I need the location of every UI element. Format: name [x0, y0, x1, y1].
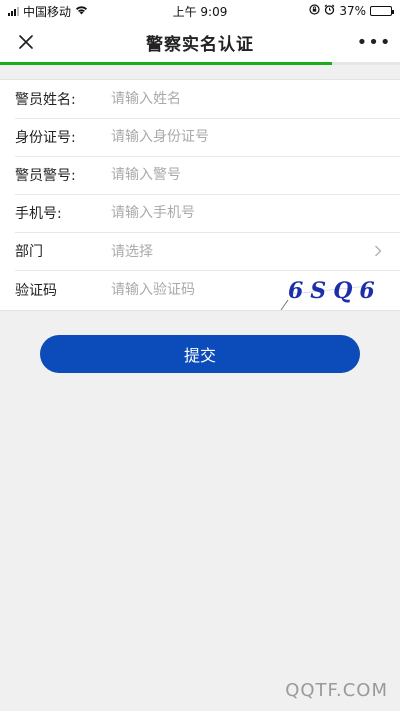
- name-label: 警员姓名:: [15, 92, 76, 108]
- page-load-progress-fill: [0, 62, 332, 65]
- form-row-name: 警员姓名:: [0, 80, 400, 118]
- phone-label: 手机号:: [15, 206, 62, 222]
- close-button[interactable]: [14, 30, 38, 54]
- id-number-label: 身份证号:: [15, 130, 76, 146]
- orientation-lock-icon: [309, 4, 320, 18]
- alarm-icon: [324, 4, 335, 18]
- wifi-icon: [75, 4, 88, 18]
- form-row-phone: 手机号:: [0, 194, 400, 232]
- captcha-image[interactable]: 6SQ6: [278, 270, 374, 310]
- department-label: 部门: [15, 244, 43, 260]
- nav-bar: 警察实名认证 •••: [0, 22, 400, 62]
- more-button[interactable]: •••: [357, 30, 391, 54]
- close-icon: [19, 35, 33, 49]
- captcha-label: 验证码: [15, 283, 57, 299]
- submit-button[interactable]: 提交: [40, 335, 360, 373]
- page-load-progress: [0, 62, 400, 65]
- name-input[interactable]: [111, 80, 400, 118]
- more-icon: •••: [356, 31, 392, 53]
- badge-number-input[interactable]: [111, 156, 400, 194]
- signal-icon: [8, 6, 19, 16]
- form-row-badge-number: 警员警号:: [0, 156, 400, 194]
- status-right: 37%: [309, 4, 394, 18]
- page-title: 警察实名认证: [146, 34, 254, 55]
- watermark-text: QQTF.COM: [285, 680, 388, 701]
- form-row-captcha: 验证码 6SQ6: [0, 270, 400, 310]
- status-bar: 中国移动 上午 9:09 37%: [0, 0, 400, 22]
- form-row-department[interactable]: 部门 请选择: [0, 232, 400, 270]
- battery-icon: [370, 6, 394, 16]
- badge-number-label: 警员警号:: [15, 168, 76, 184]
- status-left: 中国移动: [8, 3, 88, 20]
- captcha-text: 6SQ6: [288, 278, 374, 304]
- verification-form: 警员姓名: 身份证号: 警员警号: 手机号: 部门 请选择 验证码 6SQ6: [0, 79, 400, 311]
- captcha-input[interactable]: [111, 270, 281, 310]
- submit-area: 提交: [0, 311, 400, 373]
- id-number-input[interactable]: [111, 118, 400, 156]
- form-row-id-number: 身份证号:: [0, 118, 400, 156]
- carrier-name: 中国移动: [23, 4, 72, 19]
- chevron-right-icon: [370, 243, 386, 259]
- department-select[interactable]: 请选择: [111, 232, 400, 270]
- phone-input[interactable]: [111, 194, 400, 232]
- battery-percent: 37%: [339, 4, 366, 18]
